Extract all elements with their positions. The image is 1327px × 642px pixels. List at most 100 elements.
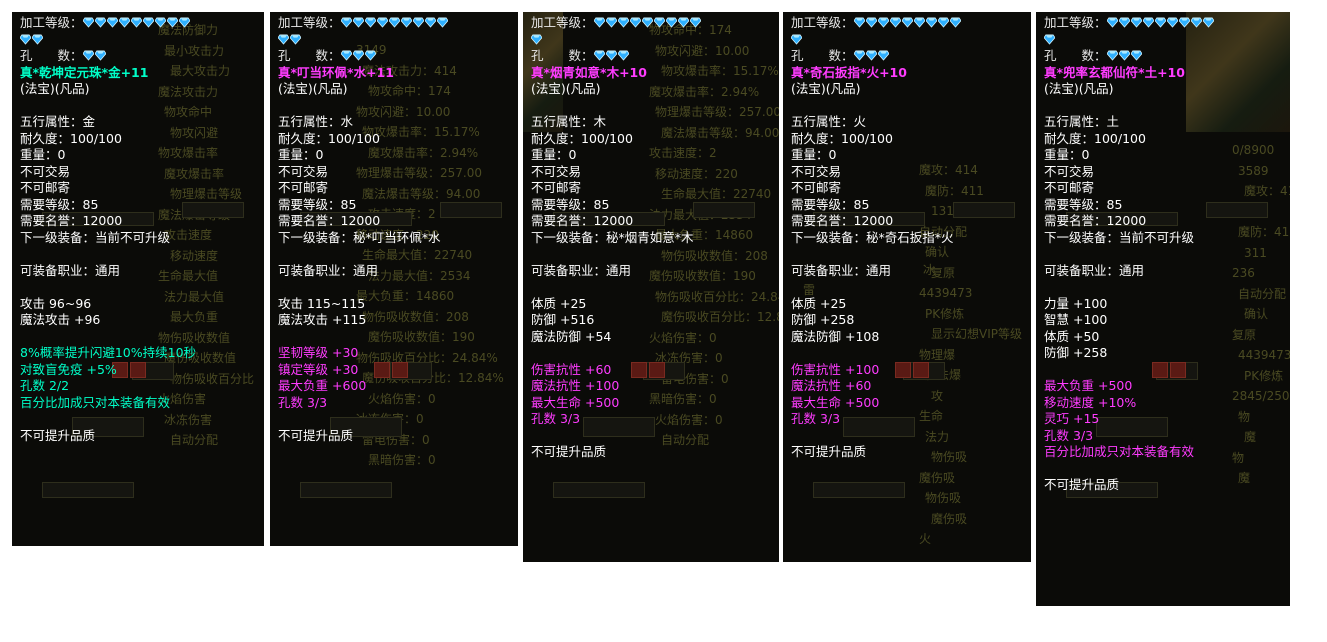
base-line: 重量：0	[20, 147, 66, 162]
special-line: 最大负重 +600	[278, 378, 367, 393]
diamond-gem-icon	[901, 17, 913, 28]
attrs-line: 体质 +50	[1044, 328, 1100, 344]
processing-level-row: 加工等级：	[531, 15, 779, 32]
item-tooltip-5: 0/89003589魔攻：414174魔防：411311236自动分配确认复原4…	[1036, 12, 1290, 606]
item-tooltip-3: 物攻命中：174 物攻闪避：10.00 物攻爆击率：15.17% 魔攻爆击率：2.94…	[523, 12, 779, 562]
diamond-gem-icon	[178, 17, 190, 28]
item-type: (法宝)(凡品)	[791, 81, 861, 96]
item-name: 真*兜率玄都仙符*土+10	[1044, 64, 1185, 80]
diamond-gem-icon	[605, 50, 617, 61]
diamond-gem-icon	[1044, 34, 1055, 45]
item-tooltip-1: 魔法防御力 最小攻击力 最大攻击力 魔法攻击力 物攻命中 物攻闪避 物攻爆击率 魔攻爆击率 物理…	[12, 12, 264, 546]
diamond-gem-icon	[436, 17, 448, 28]
base-line: 不可交易	[278, 163, 329, 179]
base-line: 不可交易	[1044, 163, 1095, 179]
quality-footer: 不可提升品质	[791, 444, 867, 459]
special-line: 镇定等级 +30	[278, 361, 359, 377]
base-line: 下一级装备：当前不可升级	[1044, 229, 1195, 245]
attrs-line: 魔法攻击 +96	[20, 312, 101, 327]
base-line: 需要等级：85	[1044, 196, 1123, 212]
attrs-line: 魔法防御 +108	[791, 328, 880, 344]
equip-job: 可装备职业：通用	[278, 262, 379, 278]
background-stat-text: 魔伤吸	[919, 470, 956, 485]
base-line: 耐久度：100/100	[791, 130, 893, 146]
hole-row: 孔 数：	[791, 48, 1031, 65]
diamond-gem-icon	[118, 17, 130, 28]
diamond-gem-icon	[166, 17, 178, 28]
diamond-gem-icon	[593, 17, 605, 28]
diamond-gem-icon	[689, 17, 701, 28]
processing-level-row-2	[20, 32, 264, 49]
special-line: 最大生命 +500	[531, 394, 620, 410]
base-line: 需要名誉：12000	[791, 213, 894, 228]
diamond-gem-icon	[653, 17, 665, 28]
diamond-gem-icon	[1118, 17, 1130, 28]
base-line: 不可交易	[531, 163, 582, 179]
diamond-gem-icon	[376, 17, 388, 28]
base-line: 需要名誉：12000	[531, 213, 634, 228]
item-type: (法宝)(凡品)	[531, 81, 601, 96]
base-line: 需要等级：85	[791, 196, 870, 212]
base-line: 五行属性：土	[1044, 114, 1120, 129]
diamond-gem-icon	[32, 34, 43, 45]
attributes: 攻击 96~96 魔法攻击 +96	[20, 296, 264, 329]
base-line: 重量：0	[791, 147, 837, 162]
base-line: 五行属性：金	[20, 114, 96, 129]
base-line: 重量：0	[1044, 147, 1090, 162]
special-line: 灵巧 +15	[1044, 411, 1100, 426]
diamond-gem-icon	[364, 17, 376, 28]
diamond-gem-icon	[1154, 17, 1166, 28]
base-line: 重量：0	[531, 147, 577, 162]
attrs-line: 攻击 96~96	[20, 295, 92, 311]
base-info: 五行属性：金 耐久度：100/100 重量：0 不可交易 不可邮寄 需要等级：85 需要名誉…	[20, 114, 264, 246]
attrs-line: 攻击 115~115	[278, 295, 366, 311]
diamond-gem-icon	[677, 17, 689, 28]
diamond-gem-icon	[278, 34, 289, 45]
diamond-gem-icon	[340, 17, 352, 28]
item-tooltip-2: 3149 魔法攻击力：414 物攻命中：174 物攻闪避：10.00 物攻爆击率：15.…	[270, 12, 518, 546]
processing-level-row-2	[1044, 32, 1290, 49]
diamond-gem-icon	[154, 17, 166, 28]
attributes: 体质 +25 防御 +258 魔法防御 +108	[791, 296, 1031, 346]
diamond-gem-icon	[1118, 50, 1130, 61]
diamond-gem-icon	[352, 17, 364, 28]
base-line: 五行属性：木	[531, 114, 607, 129]
special-attributes: 伤害抗性 +100 魔法抗性 +60 最大生命 +500 孔数 3/3	[791, 362, 1031, 428]
hole-row: 孔 数：	[278, 48, 518, 65]
attrs-line: 力量 +100	[1044, 295, 1108, 311]
background-panel-box	[42, 482, 134, 498]
hole-label: 孔 数：	[531, 48, 594, 63]
base-line: 需要等级：85	[531, 196, 610, 212]
quality-footer: 不可提升品质	[20, 427, 96, 443]
attrs-line: 体质 +25	[791, 295, 847, 311]
processing-level-row-2	[278, 32, 518, 49]
hole-row: 孔 数：	[1044, 48, 1290, 65]
special-line: 最大负重 +500	[1044, 378, 1133, 393]
item-name: 真*叮当环佩*水+11	[278, 64, 394, 80]
base-line: 耐久度：100/100	[278, 130, 380, 146]
base-line: 下一级装备：当前不可升级	[20, 229, 171, 245]
special-line: 孔数 3/3	[1044, 427, 1094, 443]
base-line: 需要等级：85	[20, 196, 99, 212]
diamond-gem-icon	[424, 17, 436, 28]
base-line: 不可邮寄	[20, 180, 71, 195]
base-info: 五行属性：水 耐久度：100/100 重量：0 不可交易 不可邮寄 需要等级：85 需要名誉…	[278, 114, 518, 246]
hole-label: 孔 数：	[791, 48, 854, 63]
base-info: 五行属性：火 耐久度：100/100 重量：0 不可交易 不可邮寄 需要等级：85 需要名誉…	[791, 114, 1031, 246]
item-name: 真*烟青如意*木+10	[531, 64, 647, 80]
diamond-gem-icon	[1130, 50, 1142, 61]
diamond-gem-icon	[400, 17, 412, 28]
base-info: 五行属性：土 耐久度：100/100 重量：0 不可交易 不可邮寄 需要等级：85 需要名誉…	[1044, 114, 1290, 246]
diamond-gem-icon	[877, 17, 889, 28]
equip-job: 可装备职业：通用	[20, 262, 121, 278]
diamond-gem-icon	[913, 17, 925, 28]
special-line: 百分比加成只对本装备有效	[20, 394, 171, 410]
base-line: 需要名誉：12000	[278, 213, 381, 228]
diamond-gem-icon	[617, 17, 629, 28]
base-line: 下一级装备：秘*奇石扳指*火	[791, 229, 954, 245]
diamond-gem-icon	[1130, 17, 1142, 28]
background-stat-text: 物伤吸	[925, 491, 962, 505]
processing-label: 加工等级：	[531, 15, 594, 30]
base-line: 五行属性：水	[278, 114, 354, 129]
diamond-gem-icon	[82, 50, 94, 61]
